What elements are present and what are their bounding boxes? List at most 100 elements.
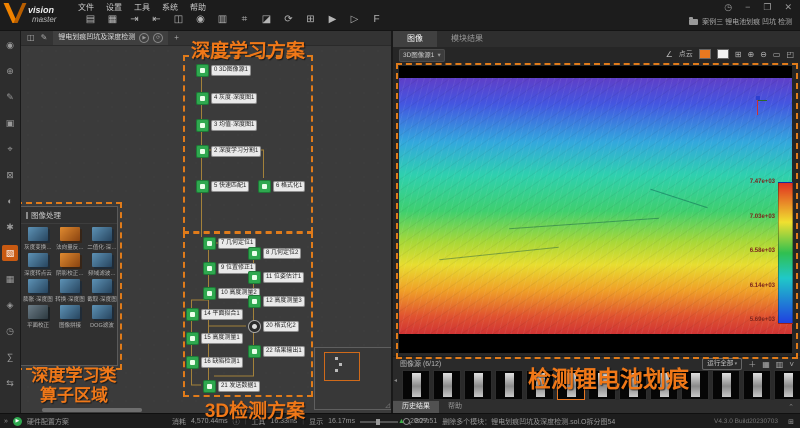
flow-node[interactable]: 21 发送数据1 (203, 380, 260, 393)
menu-item[interactable]: 帮助 (190, 2, 206, 13)
operator-item[interactable]: 膨胀·深度图 (22, 279, 54, 303)
flow-node[interactable]: 20 格式化2 (248, 320, 299, 333)
minimize-icon[interactable]: − (745, 2, 750, 13)
io-card-icon[interactable]: ◪ (260, 14, 273, 25)
tab-help[interactable]: 帮助 (439, 401, 471, 413)
menu-item[interactable]: 工具 (134, 2, 150, 13)
flow-tab[interactable]: 锂电划痕凹坑及深度检测 ▶ ⟳ (53, 30, 169, 45)
run-once-icon[interactable]: ▷ (348, 14, 361, 25)
menu-bar: 文件 设置 工具 系统 帮助 (78, 2, 206, 13)
module-icon (248, 271, 261, 284)
operator-item[interactable]: 图像拼接 (54, 305, 86, 329)
operator-item[interactable]: 转换·深度图 (54, 279, 86, 303)
window-layout-icon[interactable]: ◫ (172, 14, 185, 25)
flow-list-icon[interactable]: ◫ (27, 33, 35, 42)
import-icon[interactable]: ⇤ (150, 14, 163, 25)
operator-item[interactable]: 深度转点云 (22, 253, 54, 277)
module-icon (203, 287, 216, 300)
flow-node[interactable]: 14 平面拟合1 (186, 308, 243, 321)
operator-item[interactable]: 频域滤波… (86, 253, 118, 277)
operator-thumbnail-icon (28, 253, 48, 267)
sidebar-recognition[interactable]: ⌖ (2, 141, 18, 157)
camera-icon[interactable]: ◉ (194, 14, 207, 25)
module-list-icon[interactable]: ▥ (216, 14, 229, 25)
help-clock-icon[interactable]: ◷ (724, 2, 732, 13)
scheme-label: 硬件配置方案 (26, 418, 69, 426)
sidebar-location[interactable]: ⊕ (2, 63, 18, 79)
sidebar-3d-tools[interactable]: ◈ (2, 297, 18, 313)
log-detail-icon[interactable]: ⊞ (788, 418, 794, 426)
expand-status-icon[interactable]: » (4, 418, 8, 425)
annotation-operator-area: 深度学习类 算子区域 (31, 366, 117, 405)
sidebar-color[interactable]: ◐ (2, 193, 18, 209)
sidebar-image-frame[interactable]: ▣ (2, 115, 18, 131)
flow-node[interactable]: 11 位姿估计1 (248, 271, 305, 284)
annotation-deep-learning: 深度学习方案 (190, 41, 305, 62)
flow-loop-icon[interactable]: ⟳ (153, 32, 164, 43)
sidebar-timing[interactable]: ◷ (2, 323, 18, 339)
io-config-icon[interactable]: ⊞ (304, 14, 317, 25)
flow-node[interactable]: 22 结果输出1 (248, 345, 305, 358)
flow-node[interactable]: 12 高度测量3 (248, 295, 305, 308)
flow-settings-icon[interactable]: ✎ (41, 33, 48, 42)
image-source-select[interactable]: 3D图像源1 (399, 49, 445, 62)
front-run-icon[interactable]: F (370, 14, 383, 25)
sidebar-logic[interactable]: ∑ (2, 349, 18, 365)
minimap-viewport[interactable] (324, 352, 360, 381)
minimap-resize-icon[interactable]: ◿ (385, 402, 390, 409)
operator-thumbnail-icon (28, 305, 48, 319)
sidebar-deep-learning[interactable]: ⊠ (2, 167, 18, 183)
tab-module-result[interactable]: 模块结果 (437, 30, 497, 47)
color-swatch-white[interactable] (716, 49, 729, 59)
tab-history-results[interactable]: 历史结果 (393, 400, 439, 413)
color-swatch-orange[interactable] (698, 49, 711, 59)
panel-splitter[interactable] (391, 30, 393, 413)
header-bar: vision master 文件 设置 工具 系统 帮助 ◷ − ❐ ✕ ▤ ▦ ⇥ ⇤ ◫ ◉ ▥… (0, 0, 800, 31)
sidebar-calculation[interactable]: ▦ (2, 271, 18, 287)
tab-image[interactable]: 图像 (393, 30, 437, 47)
operator-thumbnail-icon (92, 253, 112, 267)
sidebar-acquisition[interactable]: ◉ (2, 37, 18, 53)
module-icon (248, 345, 261, 358)
save-icon[interactable]: ▤ (84, 14, 97, 25)
run-continuous-icon[interactable]: ▶ (326, 14, 339, 25)
flow-minimap[interactable]: ◿ (314, 347, 392, 410)
operator-item[interactable]: 平面校正 (22, 305, 54, 329)
measure-icon[interactable]: ∠ (666, 50, 673, 59)
module-icon (203, 237, 216, 250)
zoom-slider[interactable] (359, 418, 398, 425)
colorbar (778, 182, 793, 324)
operator-item[interactable]: 阴影校正… (54, 253, 86, 277)
communication-icon[interactable]: ⌗ (238, 14, 251, 25)
expand-history-icon[interactable]: ⌃ (788, 403, 794, 411)
fit-view-icon[interactable]: ⊞ (735, 50, 742, 59)
one-to-one-icon[interactable]: ▭ (773, 50, 781, 59)
sidebar-image-processing[interactable]: ▧ (2, 245, 18, 261)
refresh-icon[interactable]: ⟳ (282, 14, 295, 25)
open-folder-icon[interactable]: ▦ (106, 14, 119, 25)
zoom-in-icon[interactable]: ⊕ (747, 50, 754, 59)
menu-item[interactable]: 系统 (162, 2, 178, 13)
operator-item[interactable]: 灰度变换… (22, 227, 54, 251)
operator-item[interactable]: DOG滤波 (86, 305, 118, 329)
operator-item[interactable]: 二值化·深… (86, 227, 118, 251)
log-status-icon: ▲ (398, 418, 405, 425)
operator-item[interactable]: 截取·深度图 (86, 279, 118, 303)
sidebar-defect[interactable]: ✱ (2, 219, 18, 235)
operator-thumbnail-icon (60, 279, 80, 293)
menu-item[interactable]: 设置 (106, 2, 122, 13)
zoom-out-icon[interactable]: ⊖ (760, 50, 767, 59)
fullscreen-icon[interactable]: ◰ (786, 50, 794, 59)
flow-node[interactable]: 16 缺陷检测1 (186, 356, 243, 369)
flow-node[interactable]: 15 高度测量1 (186, 332, 243, 345)
menu-item[interactable]: 文件 (78, 2, 94, 13)
canvas-horizontal-scrollbar[interactable] (42, 408, 142, 412)
flow-run-icon[interactable]: ▶ (139, 32, 150, 43)
close-icon[interactable]: ✕ (784, 2, 792, 13)
flow-node[interactable]: 8 几何定位2 (248, 247, 302, 260)
operator-thumbnail-icon (60, 253, 80, 267)
export-icon[interactable]: ⇥ (128, 14, 141, 25)
restore-icon[interactable]: ❐ (763, 2, 771, 13)
operator-item[interactable]: 法向量反… (54, 227, 86, 251)
sidebar-measure[interactable]: ✎ (2, 89, 18, 105)
